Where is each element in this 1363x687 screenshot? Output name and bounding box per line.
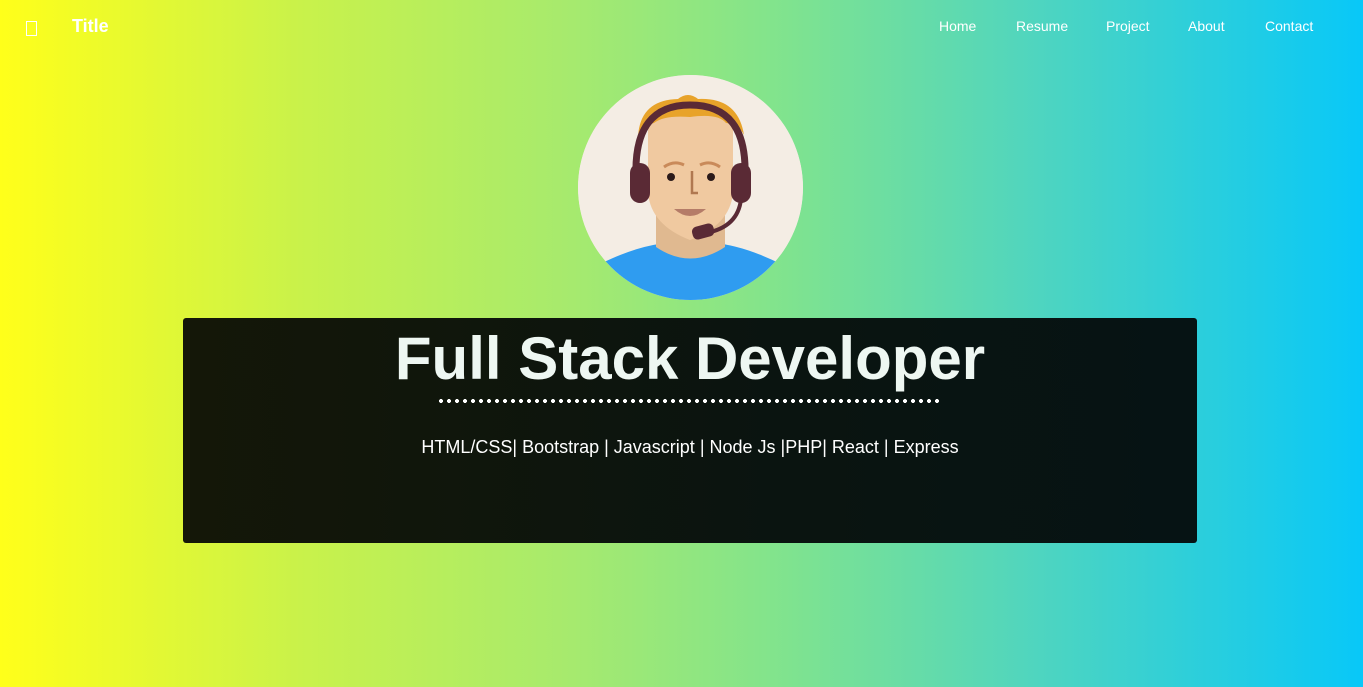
dotted-divider: [437, 398, 943, 404]
nav-link-resume[interactable]: Resume: [1016, 18, 1068, 34]
nav-link-about[interactable]: About: [1188, 18, 1225, 34]
hero-skills: HTML/CSS| Bootstrap | Javascript | Node …: [421, 437, 959, 457]
nav-links: Home Resume Project About Contact: [0, 18, 1363, 38]
hero-title: Full Stack Developer: [394, 325, 986, 392]
navbar: Title Home Resume Project About Contact: [0, 0, 1363, 52]
nav-link-project[interactable]: Project: [1106, 18, 1150, 34]
nav-link-contact[interactable]: Contact: [1265, 18, 1313, 34]
nav-link-home[interactable]: Home: [939, 18, 976, 34]
developer-avatar-icon: [578, 75, 803, 300]
hero-card: Full Stack Developer HTML/CSS| Bootstrap…: [183, 318, 1197, 543]
